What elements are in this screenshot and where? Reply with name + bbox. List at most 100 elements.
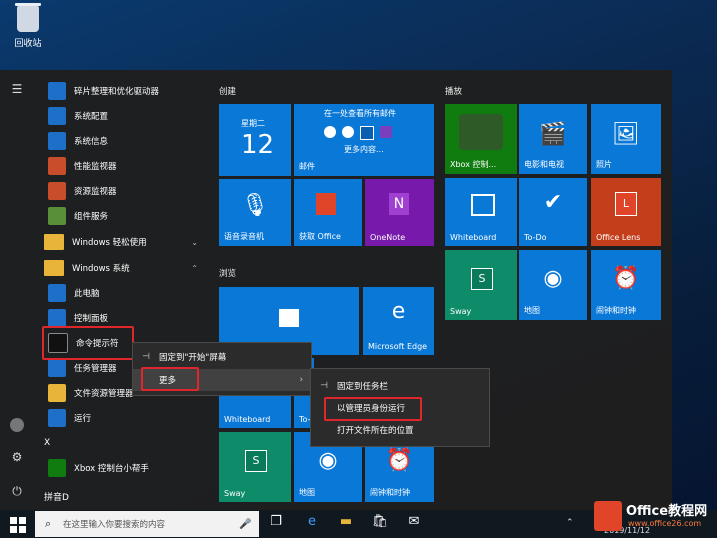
control-panel-icon	[48, 309, 66, 327]
tile-alarms[interactable]: ⏰ 闹钟和时钟	[591, 250, 661, 320]
start-button[interactable]	[8, 515, 26, 533]
onenote-icon: N	[389, 193, 409, 215]
calendar-day: 12	[241, 130, 275, 160]
file-explorer-taskbar-icon[interactable]: ▬	[336, 514, 356, 534]
xbox-icon	[48, 459, 66, 477]
edge-icon: e	[391, 299, 406, 324]
app-item[interactable]: 系统配置	[48, 105, 108, 127]
alarm-clock-icon: ⏰	[385, 448, 414, 473]
folder-icon	[44, 234, 64, 250]
office-icon	[316, 193, 336, 215]
recycle-bin-icon	[15, 3, 41, 32]
tile-label: 地图	[299, 488, 315, 497]
microphone-icon[interactable]: 🎤	[239, 519, 259, 530]
hamburger-menu-icon[interactable]: ☰	[8, 82, 26, 100]
app-item-this-pc[interactable]: 此电脑	[48, 282, 100, 304]
computer-icon	[48, 284, 66, 302]
group-ease-of-access[interactable]: Windows 轻松使用 ⌄	[44, 231, 204, 253]
tray-chevron-up-icon[interactable]: ⌃	[566, 518, 574, 528]
section-title-browse: 浏览	[219, 269, 237, 279]
tile-label: Xbox 控制...	[450, 160, 497, 169]
app-item-xbox-game-bar[interactable]: Xbox 控制台小帮手	[48, 457, 149, 479]
mail-header: 在一处查看所有邮件	[324, 109, 396, 118]
menu-item-pin-taskbar[interactable]: ⊣ 固定到任务栏	[311, 375, 489, 397]
tile-label: 语音录音机	[224, 232, 264, 241]
component-services-icon	[48, 207, 66, 225]
tile-xbox[interactable]: Xbox 控制...	[445, 104, 517, 174]
watermark-url: www.office26.com	[628, 519, 702, 528]
tile-mail[interactable]: 在一处查看所有邮件 更多内容... 邮件	[294, 104, 434, 176]
tile-label: 闹钟和时钟	[596, 306, 636, 315]
microphone-icon: 🎙	[241, 193, 269, 218]
tile-whiteboard[interactable]: Whiteboard	[445, 178, 517, 246]
app-item-run[interactable]: 运行	[48, 407, 91, 429]
tile-label: Whiteboard	[224, 415, 271, 424]
search-placeholder: 在这里输入你要搜索的内容	[63, 520, 166, 530]
defrag-icon	[48, 82, 66, 100]
edge-taskbar-icon[interactable]: e	[302, 514, 322, 534]
store-bag-icon	[279, 309, 299, 327]
app-item[interactable]: 碎片整理和优化驱动器	[48, 80, 159, 102]
settings-gear-icon[interactable]: ⚙	[8, 450, 26, 468]
tile-photos[interactable]: 🖼 照片	[591, 104, 661, 174]
whiteboard-icon	[471, 194, 495, 216]
app-item-file-explorer[interactable]: 文件资源管理器	[48, 382, 134, 404]
map-pin-icon: ◉	[543, 266, 563, 291]
tile-maps[interactable]: ◉ 地图	[519, 250, 587, 320]
pin-icon: ⊣	[142, 352, 150, 362]
app-item-task-manager[interactable]: 任务管理器	[48, 357, 117, 379]
tile-get-office[interactable]: 获取 Office	[294, 179, 362, 246]
resource-monitor-icon	[48, 182, 66, 200]
task-view-icon[interactable]: ❐	[266, 514, 286, 534]
app-item[interactable]: 资源监视器	[48, 180, 117, 202]
system-config-icon	[48, 107, 66, 125]
checkmark-icon: ✔	[543, 190, 563, 215]
tile-voice-recorder[interactable]: 🎙 语音录音机	[219, 179, 291, 246]
mail-accounts-icons	[324, 126, 392, 140]
letter-header-pinyin[interactable]: 拼音D	[44, 490, 69, 503]
calendar-weekday: 星期二	[241, 119, 265, 128]
office-logo-icon	[594, 501, 622, 531]
app-item[interactable]: 组件服务	[48, 205, 108, 227]
chevron-right-icon: ›	[299, 375, 303, 385]
mail-more: 更多内容...	[344, 145, 384, 154]
tile-label: 获取 Office	[299, 232, 341, 241]
highlight-run-as-admin	[324, 397, 422, 421]
group-windows-system[interactable]: Windows 系统 ⌃	[44, 257, 204, 279]
tile-label: Office Lens	[596, 233, 641, 242]
tile-office-lens[interactable]: L Office Lens	[591, 178, 661, 246]
menu-item-open-file-location[interactable]: 打开文件所在的位置	[311, 419, 489, 441]
tile-label: 邮件	[299, 162, 315, 171]
power-icon[interactable]: ⏻	[8, 484, 26, 502]
map-pin-icon: ◉	[318, 448, 338, 473]
recycle-bin-desktop-icon[interactable]: 回收站	[8, 3, 48, 49]
taskbar-search-box[interactable]: ⌕ 在这里输入你要搜索的内容 🎤	[35, 511, 259, 537]
tile-movies-tv[interactable]: 🎬 电影和电视	[519, 104, 587, 174]
xbox-characters-image	[459, 114, 503, 150]
section-title-create: 创建	[219, 87, 237, 97]
tile-calendar[interactable]: 星期二 12	[219, 104, 291, 176]
highlight-more	[141, 367, 199, 391]
app-item[interactable]: 系统信息	[48, 130, 108, 152]
watermark: Office教程网 www.office26.com	[594, 497, 717, 538]
app-list: 碎片整理和优化驱动器 系统配置 系统信息 性能监视器 资源监视器 组件服务 Wi…	[40, 70, 210, 510]
tile-label: Sway	[224, 489, 246, 498]
menu-item-pin-start[interactable]: ⊣ 固定到"开始"屏幕	[133, 346, 311, 368]
tile-sway-browse[interactable]: S Sway	[219, 432, 291, 502]
letter-header-x[interactable]: X	[44, 438, 50, 448]
tile-label: To-Do	[524, 233, 547, 242]
tile-todo[interactable]: ✔ To-Do	[519, 178, 587, 246]
store-taskbar-icon[interactable]: 🛍	[370, 514, 390, 534]
tile-onenote[interactable]: N OneNote	[365, 179, 434, 246]
mail-taskbar-icon[interactable]: ✉	[404, 514, 424, 534]
section-title-play: 播放	[445, 87, 463, 97]
tile-sway[interactable]: S Sway	[445, 250, 517, 320]
run-icon	[48, 409, 66, 427]
app-item[interactable]: 性能监视器	[48, 155, 117, 177]
recycle-bin-label: 回收站	[14, 39, 42, 49]
tile-edge[interactable]: e Microsoft Edge	[363, 287, 434, 355]
photo-icon: 🖼	[612, 122, 640, 147]
watermark-title: Office教程网	[626, 504, 708, 519]
user-avatar-icon[interactable]	[8, 416, 26, 434]
perf-monitor-icon	[48, 157, 66, 175]
